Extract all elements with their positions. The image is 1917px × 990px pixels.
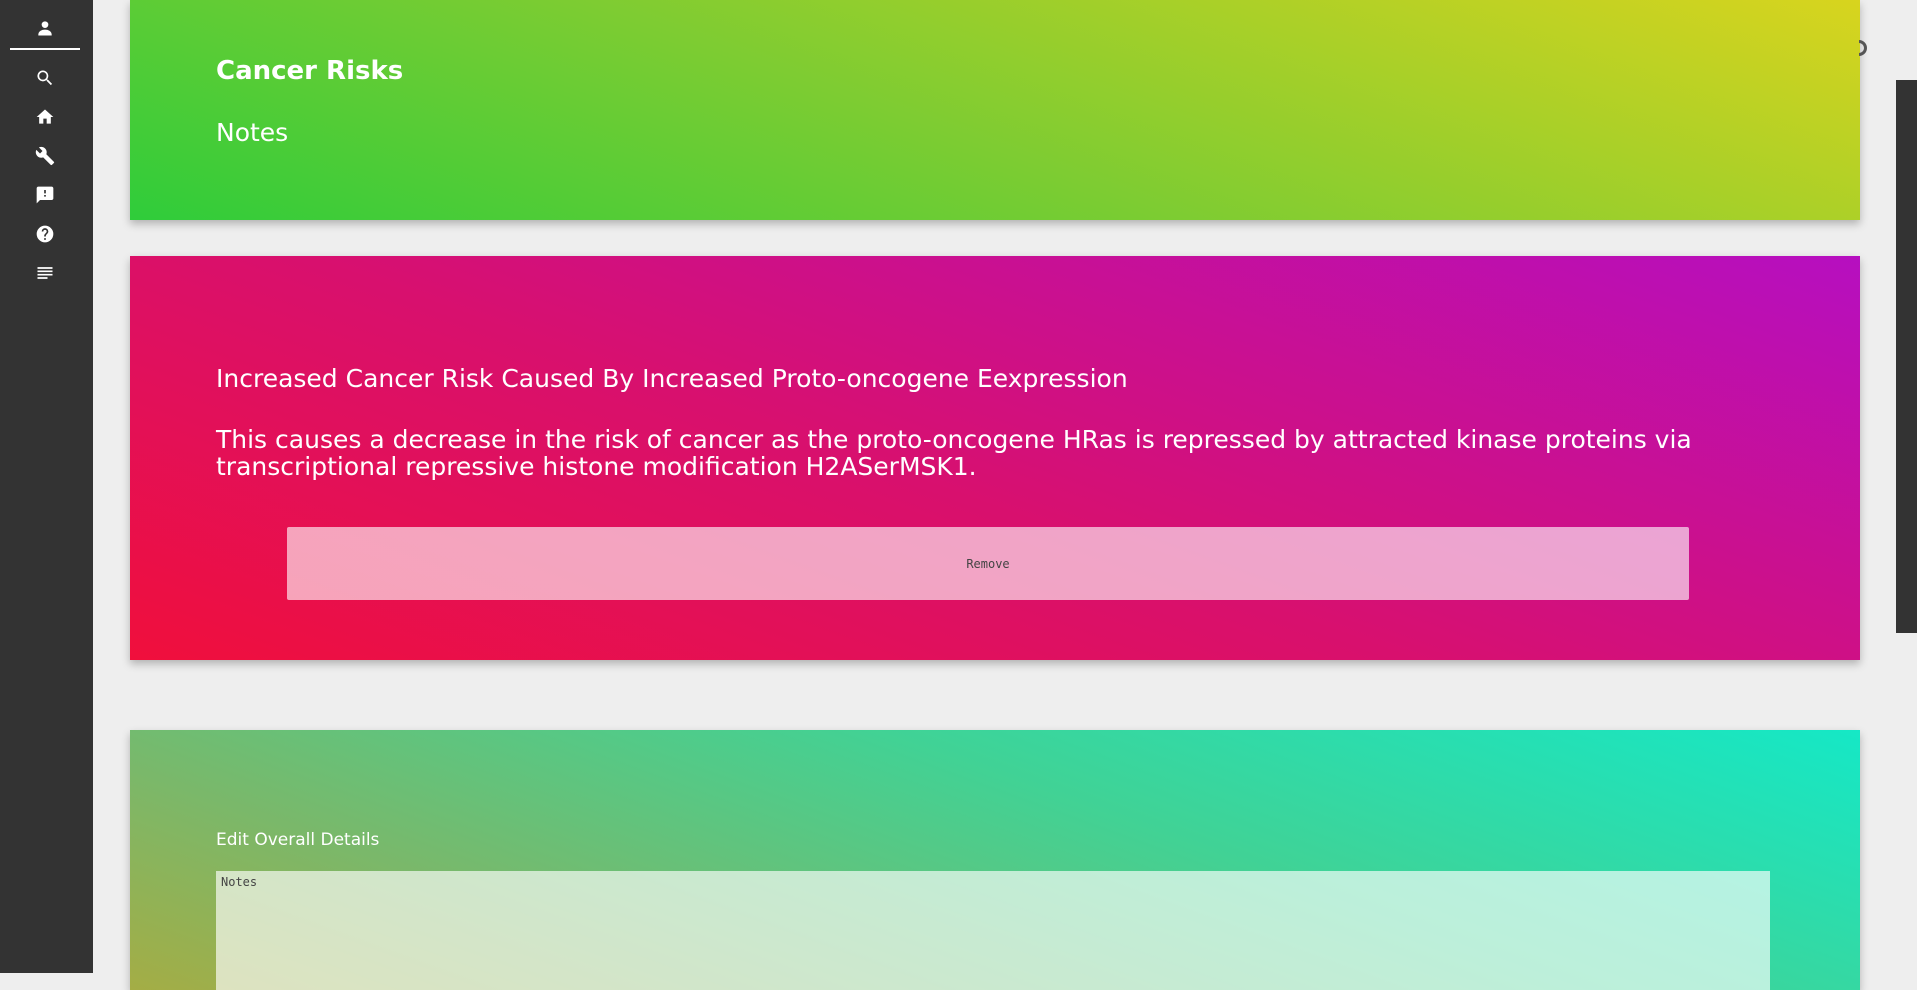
remove-button[interactable]: Remove — [287, 527, 1689, 600]
edit-details-card: Edit Overall Details — [130, 730, 1860, 990]
sidebar-item-feedback[interactable] — [33, 183, 57, 207]
sidebar-item-search[interactable] — [33, 66, 57, 90]
help-icon — [36, 225, 54, 243]
cancer-risks-header-card: Cancer Risks Notes — [130, 0, 1860, 220]
risk-description: This causes a decrease in the risk of ca… — [216, 425, 1692, 481]
notes-icon — [37, 267, 53, 279]
risk-title: Increased Cancer Risk Caused By Increase… — [216, 364, 1128, 393]
edit-details-label: Edit Overall Details — [216, 830, 380, 850]
sidebar-item-home[interactable] — [33, 105, 57, 129]
search-icon — [37, 70, 53, 86]
active-indicator — [10, 48, 80, 50]
page-title: Cancer Risks — [216, 56, 404, 86]
sidebar-item-profile[interactable] — [33, 16, 57, 40]
wrench-icon — [35, 146, 55, 166]
person-icon — [38, 21, 52, 36]
half-circle-icon — [1859, 40, 1867, 56]
sidebar-nav — [0, 0, 93, 973]
notes-field[interactable] — [216, 871, 1770, 990]
risk-card: Increased Cancer Risk Caused By Increase… — [130, 256, 1860, 660]
page-subtitle: Notes — [216, 118, 289, 147]
scrollbar-thumb[interactable] — [1896, 80, 1917, 633]
feedback-icon — [36, 186, 54, 204]
sidebar-item-tools[interactable] — [33, 144, 57, 168]
sidebar-item-help[interactable] — [33, 222, 57, 246]
sidebar-item-notes[interactable] — [33, 261, 57, 285]
home-icon — [36, 109, 54, 124]
